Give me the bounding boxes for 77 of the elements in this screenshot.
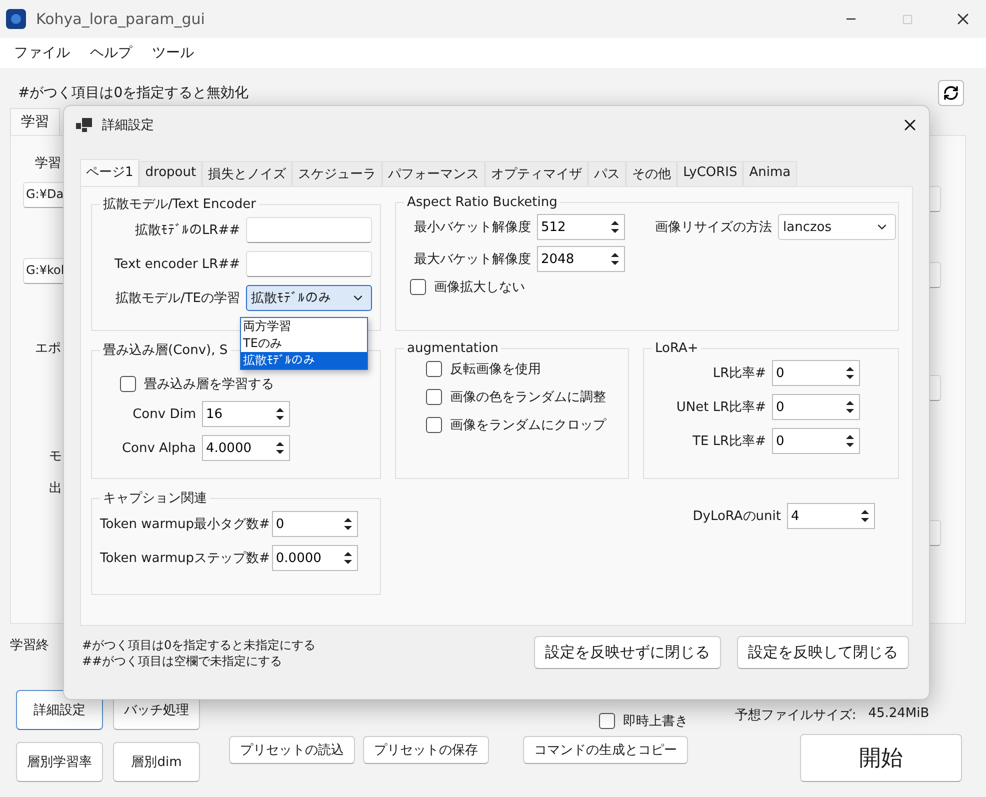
checkbox-label: 画像をランダムにクロップ <box>450 417 606 434</box>
field-label: 画像リサイズの方法 <box>655 219 772 236</box>
group-title: Aspect Ratio Bucketing <box>406 195 558 210</box>
dialog-button[interactable]: 設定を反映して閉じる <box>737 636 909 669</box>
dialog-button[interactable]: 設定を反映せずに閉じる <box>534 636 721 669</box>
group-title: augmentation <box>406 341 500 356</box>
checkbox-label: 画像拡大しない <box>434 279 525 296</box>
window-title: Kohya_lora_param_gui <box>36 10 206 28</box>
menu-item[interactable]: ヘルプ <box>82 44 140 62</box>
field-label: TE LR比率# <box>692 433 766 450</box>
checkbox[interactable] <box>426 361 442 377</box>
field-label: 最大バケット解像度 <box>413 251 531 268</box>
tab[interactable]: 損失とノイズ <box>202 161 292 186</box>
tab[interactable]: LyCORIS <box>677 161 744 186</box>
group-title: キャプション関連 <box>102 490 208 507</box>
tab[interactable]: Anima <box>743 161 797 186</box>
start-button[interactable]: 開始 <box>800 734 962 782</box>
field-label: UNet LR比率# <box>676 399 766 416</box>
tab[interactable]: パス <box>588 161 626 186</box>
field-label: Conv Alpha <box>120 440 196 456</box>
text-field[interactable] <box>246 251 372 277</box>
tab[interactable]: オプティマイザ <box>485 161 588 186</box>
action-button[interactable]: 層別学習率 <box>16 742 103 782</box>
group-title: LoRA+ <box>654 341 700 356</box>
status-text: 学習終 <box>9 637 49 655</box>
checkbox-label: 畳み込み層を学習する <box>144 376 274 393</box>
field-label: 拡散ﾓﾃﾞﾙのLR## <box>134 222 240 239</box>
field-label: Text encoder LR## <box>114 256 240 272</box>
refresh-button[interactable] <box>938 80 964 106</box>
dialog-title: 詳細設定 <box>102 117 155 134</box>
preset-button[interactable]: プリセットの読込 <box>229 736 355 764</box>
dropdown[interactable]: lanczos <box>778 214 896 240</box>
file-size-value: 45.24MiB <box>868 706 930 723</box>
field-label: Token warmup最小タグ数# <box>100 516 270 533</box>
dropdown[interactable]: 拡散ﾓﾃﾞﾙのみ <box>246 285 372 311</box>
window-icon <box>76 118 92 132</box>
checkbox[interactable] <box>120 376 136 392</box>
dropdown-option[interactable]: TEのみ <box>241 335 367 352</box>
action-button[interactable]: 層別dim <box>113 742 200 782</box>
group-title: 畳み込み層(Conv), S <box>102 342 229 359</box>
file-size-label: 予想ファイルサイズ: <box>734 707 856 724</box>
text-field[interactable] <box>246 217 372 243</box>
dropdown-option[interactable]: 拡散ﾓﾃﾞﾙのみ <box>241 352 367 369</box>
field-label: 出 <box>49 480 62 497</box>
checkbox[interactable] <box>426 417 442 433</box>
dropdown-option[interactable]: 両方学習 <box>241 318 367 335</box>
tab[interactable]: パフォーマンス <box>382 161 486 186</box>
field-label: Conv Dim <box>132 406 196 422</box>
tab[interactable]: 学習 <box>10 108 60 135</box>
group-title: 拡散モデル/Text Encoder <box>102 196 257 213</box>
menu-item[interactable]: ファイル <box>6 44 78 62</box>
tab[interactable]: ページ1 <box>80 159 140 186</box>
checkbox[interactable] <box>599 713 615 729</box>
hint-text: #がつく項目は0を指定すると無効化 <box>18 84 249 102</box>
field-label: LR比率# <box>712 365 766 382</box>
field-label: 拡散モデル/TEの学習 <box>115 290 240 307</box>
checkbox-label: 反転画像を使用 <box>450 361 541 378</box>
tab[interactable]: スケジューラ <box>292 161 382 186</box>
field-label: Token warmupステップ数# <box>100 550 270 567</box>
checkbox-label: 即時上書き <box>623 713 688 730</box>
note-text: ##がつく項目は空欄で未指定にする <box>82 652 284 668</box>
note-text: #がつく項目は0を指定すると未指定にする <box>82 636 316 652</box>
field-label: DyLoRAのunit <box>692 508 781 525</box>
preset-button[interactable]: プリセットの保存 <box>363 736 489 764</box>
menu-item[interactable]: ツール <box>144 44 202 62</box>
refresh-icon <box>943 85 959 101</box>
tab[interactable]: dropout <box>139 161 202 186</box>
checkbox[interactable] <box>426 389 442 405</box>
checkbox[interactable] <box>410 279 426 295</box>
checkbox-label: 画像の色をランダムに調整 <box>450 389 606 406</box>
field-label: エポ <box>35 340 61 357</box>
field-label: 学習 <box>35 155 61 172</box>
command-button[interactable]: コマンドの生成とコピー <box>523 736 688 764</box>
tab[interactable]: その他 <box>626 161 678 186</box>
app-logo-icon <box>6 9 26 29</box>
field-label: 最小バケット解像度 <box>413 219 531 236</box>
field-label: モ <box>49 448 62 465</box>
